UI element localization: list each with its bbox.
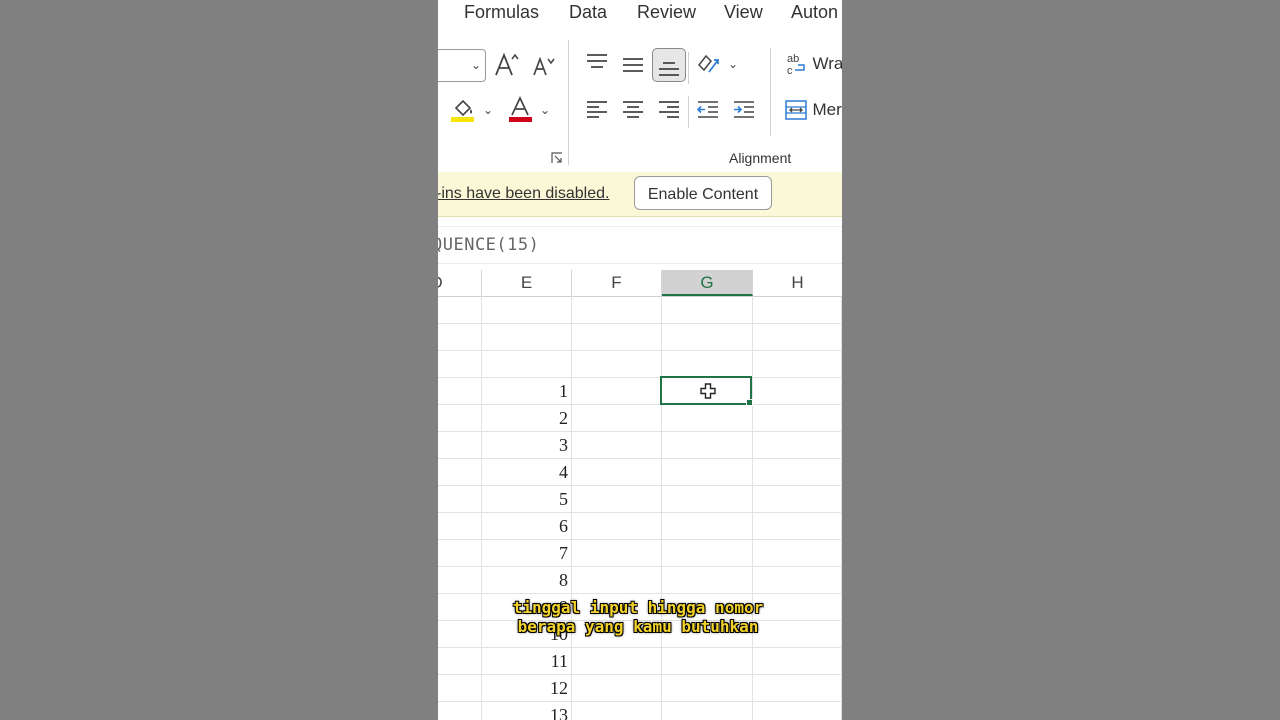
cell-value[interactable]: 7 bbox=[482, 540, 568, 567]
formula-bar[interactable]: QUENCE(15) bbox=[438, 226, 842, 264]
align-center-icon bbox=[623, 101, 643, 118]
decrease-indent-button[interactable] bbox=[696, 100, 720, 120]
wrap-text-icon: ab c bbox=[787, 53, 805, 76]
align-center-button[interactable] bbox=[621, 100, 645, 120]
column-header-e[interactable]: E bbox=[482, 270, 572, 296]
cell-select-cursor-icon bbox=[700, 383, 716, 399]
chevron-down-icon[interactable]: ⌄ bbox=[728, 57, 738, 71]
cell-value[interactable]: 6 bbox=[482, 513, 568, 540]
tab-automate[interactable]: Auton bbox=[791, 2, 838, 23]
decrease-font-size-button[interactable] bbox=[532, 55, 556, 77]
tab-review[interactable]: Review bbox=[637, 2, 696, 23]
video-subtitle: tinggal input hingga nomor berapa yang k… bbox=[478, 598, 798, 636]
chevron-down-icon: ⌄ bbox=[470, 58, 481, 72]
gridline bbox=[752, 296, 753, 720]
fill-color-button[interactable] bbox=[450, 96, 478, 124]
ribbon: ⌄ ⌄ ⌄ ⌄ ab c Wra Mer Alignment bbox=[438, 30, 842, 172]
top-align-button[interactable] bbox=[585, 52, 609, 72]
merge-label: Mer bbox=[812, 100, 842, 119]
chevron-down-icon[interactable]: ⌄ bbox=[540, 103, 550, 117]
tab-view[interactable]: View bbox=[724, 2, 763, 23]
cell-value[interactable]: 11 bbox=[482, 648, 568, 675]
column-headers: D E F G H bbox=[438, 270, 842, 297]
align-middle-icon bbox=[623, 58, 643, 72]
cell-value[interactable]: 2 bbox=[482, 405, 568, 432]
align-top-icon bbox=[587, 54, 607, 68]
increase-indent-icon bbox=[734, 101, 754, 118]
spreadsheet-grid[interactable]: D E F G H 1 2 3 4 5 6 7 bbox=[438, 270, 842, 720]
wrap-text-button[interactable]: ab c Wra bbox=[786, 52, 842, 76]
cell-value[interactable]: 1 bbox=[482, 378, 568, 405]
security-warning-bar: -ins have been disabled. Enable Content bbox=[438, 172, 842, 217]
increase-font-size-button[interactable] bbox=[494, 52, 520, 78]
column-header-g[interactable]: G bbox=[662, 270, 753, 296]
align-right-icon bbox=[659, 101, 679, 118]
button-separator bbox=[688, 52, 689, 84]
excel-window: Formulas Data Review View Auton ⌄ ⌄ ⌄ ⌄ … bbox=[438, 0, 842, 720]
gridline bbox=[438, 323, 842, 324]
gridline bbox=[438, 350, 842, 351]
group-separator bbox=[770, 48, 771, 136]
cell-value[interactable]: 4 bbox=[482, 459, 568, 486]
paint-bucket-icon bbox=[451, 99, 474, 122]
gridline bbox=[571, 296, 572, 720]
column-header-d[interactable]: D bbox=[438, 270, 482, 296]
column-header-f[interactable]: F bbox=[572, 270, 662, 296]
tab-formulas[interactable]: Formulas bbox=[464, 2, 539, 23]
enable-content-button[interactable]: Enable Content bbox=[634, 176, 772, 210]
alignment-group-label: Alignment bbox=[729, 150, 792, 166]
gridline bbox=[841, 296, 842, 720]
subtitle-line-2: berapa yang kamu butuhkan bbox=[517, 617, 759, 636]
svg-text:c: c bbox=[787, 65, 793, 76]
menu-bar: Formulas Data Review View Auton bbox=[438, 0, 842, 30]
align-bottom-icon bbox=[659, 62, 679, 76]
svg-text:ab: ab bbox=[787, 53, 799, 65]
decrease-indent-icon bbox=[696, 101, 718, 118]
font-color-button[interactable] bbox=[508, 96, 534, 124]
middle-align-button[interactable] bbox=[621, 55, 645, 75]
column-header-h[interactable]: H bbox=[753, 270, 842, 296]
cell-value[interactable]: 12 bbox=[482, 675, 568, 702]
orientation-button[interactable] bbox=[696, 52, 722, 78]
tab-data[interactable]: Data bbox=[569, 2, 607, 23]
increase-font-size-icon bbox=[495, 52, 519, 76]
decrease-font-size-icon bbox=[533, 56, 555, 76]
merge-center-button[interactable]: Mer bbox=[784, 98, 842, 122]
merge-cells-icon bbox=[785, 100, 807, 120]
macros-disabled-message[interactable]: -ins have been disabled. bbox=[438, 185, 609, 203]
increase-indent-button[interactable] bbox=[732, 100, 756, 120]
fill-handle[interactable] bbox=[746, 399, 753, 406]
align-left-icon bbox=[587, 101, 607, 118]
active-cell[interactable] bbox=[660, 376, 753, 406]
gridline bbox=[661, 296, 662, 720]
font-dialog-launcher[interactable] bbox=[551, 152, 563, 164]
text-orientation-icon bbox=[698, 54, 719, 73]
font-size-dropdown[interactable]: ⌄ bbox=[438, 49, 486, 82]
formula-text: QUENCE(15) bbox=[438, 235, 540, 255]
cell-value[interactable]: 5 bbox=[482, 486, 568, 513]
cell-value[interactable]: 8 bbox=[482, 567, 568, 594]
cell-value[interactable]: 3 bbox=[482, 432, 568, 459]
dialog-launcher-icon bbox=[551, 152, 562, 163]
align-left-button[interactable] bbox=[585, 100, 609, 120]
wrap-text-label: Wra bbox=[812, 54, 842, 73]
font-color-icon bbox=[509, 96, 532, 122]
cell-value[interactable]: 13 bbox=[482, 702, 568, 720]
button-separator bbox=[688, 96, 689, 128]
chevron-down-icon[interactable]: ⌄ bbox=[483, 103, 493, 117]
bottom-align-button[interactable] bbox=[652, 48, 686, 82]
align-right-button[interactable] bbox=[657, 100, 681, 120]
group-separator bbox=[568, 40, 569, 165]
subtitle-line-1: tinggal input hingga nomor bbox=[512, 598, 764, 617]
